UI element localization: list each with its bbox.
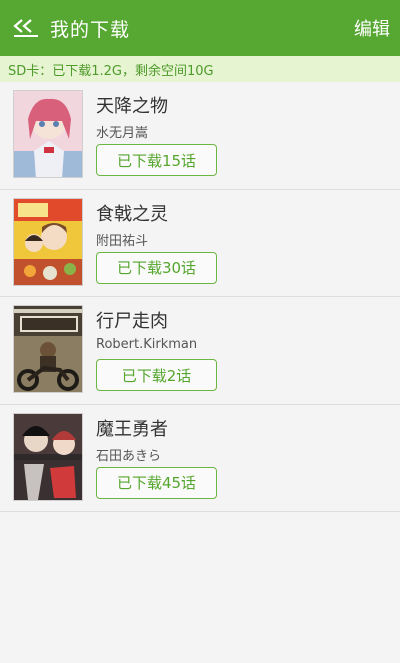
comic-title: 魔王勇者 (96, 418, 168, 440)
comic-title: 行尸走肉 (96, 311, 168, 332)
comic-cover[interactable] (13, 412, 83, 501)
download-list: 天降之物 水无月嵩 已下载15话 食戟之灵 附田祐斗 已下载30话 行尸走肉 R… (0, 82, 400, 512)
list-item[interactable]: 行尸走肉 Robert.Kirkman 已下载2话 (0, 297, 400, 405)
list-item[interactable]: 天降之物 水无月嵩 已下载15话 (0, 82, 400, 190)
app-header: 我的下载 编辑 (0, 0, 400, 56)
page-title: 我的下载 (50, 18, 131, 41)
comic-cover[interactable] (13, 90, 83, 178)
list-item[interactable]: 魔王勇者 石田あきら 已下载45话 (0, 405, 400, 512)
comic-author: 石田あきら (96, 448, 162, 464)
comic-author: 附田祐斗 (96, 233, 149, 249)
comic-cover[interactable] (13, 197, 83, 286)
comic-author: 水无月嵩 (96, 126, 149, 141)
comic-title: 食戟之灵 (96, 203, 168, 225)
comic-cover[interactable] (13, 305, 83, 393)
downloaded-chapters-button[interactable]: 已下载15话 (96, 144, 217, 176)
list-item[interactable]: 食戟之灵 附田祐斗 已下载30话 (0, 190, 400, 297)
comic-author: Robert.Kirkman (96, 337, 198, 352)
storage-status: SD卡：已下载1.2G，剩余空间10G (0, 56, 400, 82)
downloaded-chapters-button[interactable]: 已下载30话 (96, 251, 217, 284)
downloaded-chapters-button[interactable]: 已下载2话 (96, 359, 217, 391)
comic-title: 天降之物 (96, 96, 168, 117)
edit-button[interactable]: 编辑 (354, 15, 390, 41)
back-button[interactable] (6, 0, 46, 56)
back-arrow-icon (13, 19, 38, 37)
downloaded-chapters-button[interactable]: 已下载45话 (96, 466, 217, 499)
